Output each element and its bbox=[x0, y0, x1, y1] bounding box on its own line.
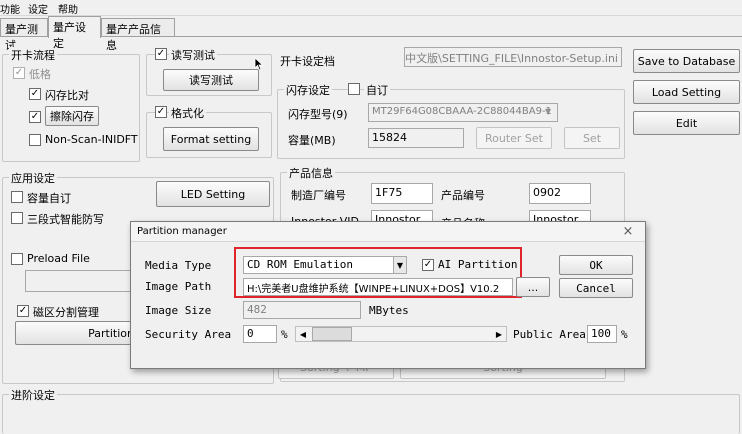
flash-settings-title: 闪存设定 bbox=[284, 82, 332, 98]
slider-thumb[interactable] bbox=[312, 327, 352, 341]
three-stage-checkbox[interactable] bbox=[11, 212, 23, 224]
open-card-file-label: 开卡设定档 bbox=[280, 55, 335, 68]
partition-slider[interactable]: ◀ ▶ bbox=[295, 326, 507, 342]
format-group: ✓ 格式化 Format setting bbox=[146, 105, 272, 158]
flash-model-select[interactable]: MT29F64G08CBAAA-2C88044BA9-1 bbox=[368, 103, 558, 122]
preload-file-label: Preload File bbox=[27, 252, 90, 265]
menu-bar: 功能 设定 帮助 bbox=[0, 0, 742, 16]
partition-mgmt-label: 磁区分割管理 bbox=[33, 306, 99, 319]
flash-settings-group: 闪存设定 自订 闪存型号(9) MT29F64G08CBAAA-2C88044B… bbox=[277, 82, 625, 159]
open-card-file-path[interactable]: 01.04中文版\SETTING_FILE\Innostor-Setup.ini bbox=[404, 47, 622, 67]
partition-button[interactable]: Partition bbox=[15, 321, 143, 345]
close-icon[interactable]: × bbox=[615, 224, 641, 239]
capacity-field[interactable]: 15824 bbox=[368, 128, 464, 148]
low-format-checkbox[interactable]: ✓ bbox=[13, 67, 25, 79]
rw-test-button[interactable]: 读写测试 bbox=[163, 69, 259, 91]
flash-custom-checkbox[interactable] bbox=[348, 83, 360, 95]
partition-manager-dialog: Partition manager × Media Type Image Pat… bbox=[130, 221, 646, 369]
media-type-label: Media Type bbox=[145, 259, 212, 272]
non-scan-checkbox[interactable] bbox=[29, 134, 41, 146]
ok-button[interactable]: OK bbox=[559, 255, 633, 275]
media-type-select[interactable]: CD ROM Emulation bbox=[243, 256, 407, 274]
advanced-settings-group: 进阶设定 bbox=[2, 387, 740, 434]
load-setting-button[interactable]: Load Setting bbox=[633, 80, 740, 104]
menu-function[interactable]: 功能 bbox=[0, 1, 20, 16]
dialog-title-bar: Partition manager × bbox=[131, 222, 645, 242]
mfr-code-field[interactable]: 1F75 bbox=[371, 183, 433, 204]
public-percent: % bbox=[621, 328, 628, 341]
router-set-button[interactable]: Router Set bbox=[476, 127, 552, 149]
ai-partition-checkbox[interactable]: ✓ bbox=[422, 259, 434, 271]
image-path-field[interactable]: H:\完美者U盘维护系统【WINPE+LINUX+DOS】V10.2 bbox=[243, 278, 513, 296]
preload-file-field[interactable] bbox=[25, 270, 135, 292]
tab-mass-production-settings[interactable]: 量产设定 bbox=[48, 16, 101, 50]
led-setting-button[interactable]: LED Setting bbox=[156, 181, 270, 207]
advanced-settings-title: 进阶设定 bbox=[9, 387, 57, 403]
image-path-label: Image Path bbox=[145, 280, 212, 293]
format-title: 格式化 bbox=[169, 105, 206, 121]
rw-test-title: 读写测试 bbox=[169, 47, 217, 63]
mfr-code-label: 制造厂编号 bbox=[291, 189, 346, 202]
non-scan-label: Non-Scan-INIDFT bbox=[45, 133, 138, 146]
tab-bar: 量产测试 量产设定 量产产品信息 bbox=[0, 16, 742, 52]
product-info-title: 产品信息 bbox=[287, 165, 335, 181]
product-code-field[interactable]: 0902 bbox=[529, 183, 591, 204]
security-area-label: Security Area bbox=[145, 328, 232, 341]
card-flow-group: 开卡流程 ✓ 低格 ✓ 闪存比对 ✓ 擦除闪存 Non-Scan-INIDFT bbox=[2, 47, 140, 162]
ai-partition-label: AI Partition bbox=[438, 258, 518, 271]
public-area-label: Public Area bbox=[513, 328, 586, 341]
custom-capacity-checkbox[interactable] bbox=[11, 191, 23, 203]
menu-help[interactable]: 帮助 bbox=[58, 1, 78, 16]
image-size-label: Image Size bbox=[145, 304, 212, 317]
security-percent: % bbox=[281, 328, 288, 341]
capacity-label: 容量(MB) bbox=[288, 134, 336, 147]
rw-test-checkbox[interactable]: ✓ bbox=[155, 48, 167, 60]
flash-custom-label: 自订 bbox=[364, 82, 390, 98]
preload-file-checkbox[interactable] bbox=[11, 253, 23, 265]
tab-mass-production-test[interactable]: 量产测试 bbox=[0, 18, 48, 52]
slider-left-icon[interactable]: ◀ bbox=[296, 327, 310, 341]
browse-button[interactable]: ... bbox=[516, 277, 550, 297]
chevron-down-icon[interactable]: ▼ bbox=[393, 257, 406, 273]
card-flow-title: 开卡流程 bbox=[9, 47, 57, 63]
security-area-field[interactable]: 0 bbox=[243, 325, 277, 343]
save-to-database-button[interactable]: Save to Database bbox=[633, 49, 740, 73]
three-stage-label: 三段式智能防写 bbox=[27, 213, 104, 226]
image-size-field[interactable]: 482 bbox=[243, 301, 361, 319]
set-button[interactable]: Set bbox=[564, 127, 620, 149]
low-format-label: 低格 bbox=[29, 68, 51, 81]
cancel-button[interactable]: Cancel bbox=[559, 278, 633, 298]
format-setting-button[interactable]: Format setting bbox=[163, 127, 259, 151]
custom-capacity-label: 容量自订 bbox=[27, 192, 71, 205]
product-code-label: 产品编号 bbox=[441, 189, 485, 202]
image-size-unit: MBytes bbox=[369, 304, 409, 317]
partition-mgmt-checkbox[interactable]: ✓ bbox=[17, 305, 29, 317]
mouse-cursor-icon bbox=[254, 57, 264, 71]
menu-settings[interactable]: 设定 bbox=[28, 1, 48, 16]
flash-compare-checkbox[interactable]: ✓ bbox=[29, 88, 41, 100]
format-checkbox[interactable]: ✓ bbox=[155, 106, 167, 118]
erase-flash-button[interactable]: 擦除闪存 bbox=[45, 106, 99, 126]
chevron-down-icon: ▼ bbox=[545, 107, 552, 116]
erase-flash-checkbox[interactable]: ✓ bbox=[29, 111, 41, 123]
flash-model-label: 闪存型号(9) bbox=[288, 108, 348, 121]
edit-button[interactable]: Edit bbox=[633, 111, 740, 135]
flash-compare-label: 闪存比对 bbox=[45, 89, 89, 102]
slider-right-icon[interactable]: ▶ bbox=[492, 327, 506, 341]
dialog-title: Partition manager bbox=[137, 226, 227, 237]
public-area-field[interactable]: 100 bbox=[587, 325, 617, 343]
tab-product-info[interactable]: 量产产品信息 bbox=[101, 18, 175, 52]
app-settings-title: 应用设定 bbox=[9, 170, 57, 186]
